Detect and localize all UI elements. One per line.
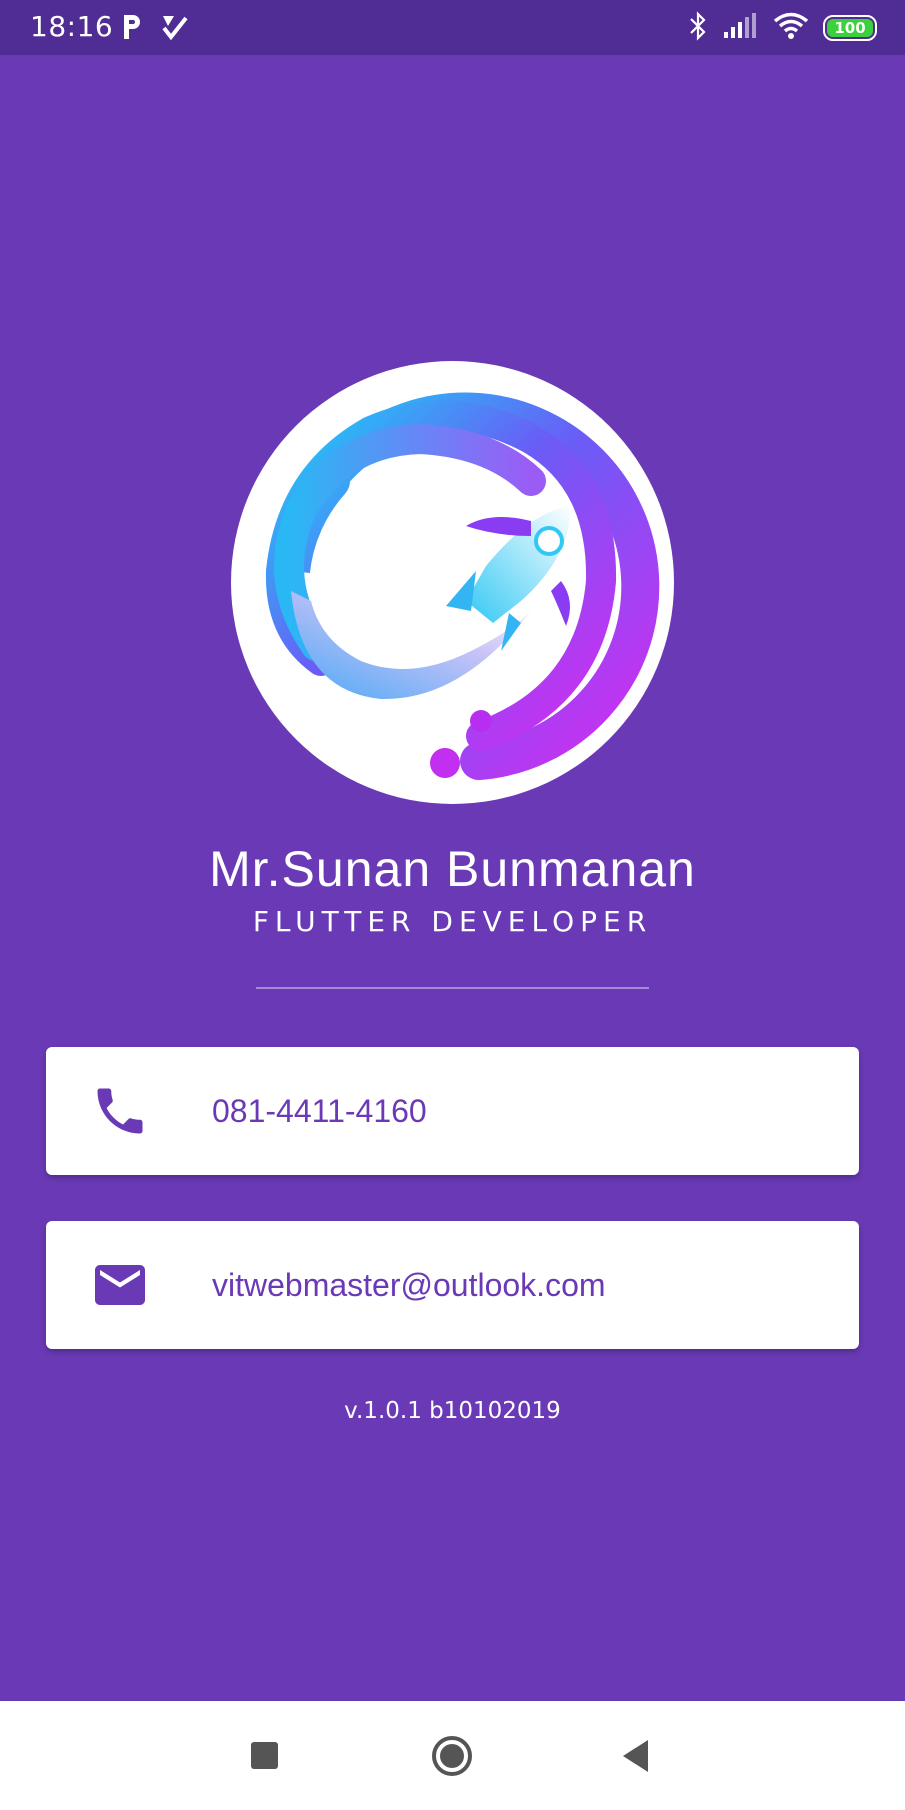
- app-screen: 18:16 100 Mr.Sunan Bunmanan FLUTTER DEVE…: [0, 0, 905, 1810]
- back-button[interactable]: [612, 1731, 662, 1781]
- profile-name: Mr.Sunan Bunmanan: [209, 841, 696, 897]
- divider: [256, 987, 649, 989]
- status-bar: 18:16 100: [0, 0, 905, 55]
- phone-number: 081-4411-4160: [212, 1093, 427, 1129]
- profile-avatar: [231, 361, 674, 804]
- mail-icon: [88, 1255, 152, 1315]
- cell-signal-icon: [723, 12, 759, 44]
- status-icons: 100: [687, 10, 877, 46]
- email-card[interactable]: vitwebmaster@outlook.com: [46, 1221, 859, 1349]
- wifi-icon: [773, 12, 809, 44]
- navigation-bar: [0, 1701, 905, 1810]
- app-version: v.1.0.1 b10102019: [344, 1398, 561, 1424]
- status-time: 18:16: [30, 10, 114, 43]
- battery-icon: 100: [823, 15, 877, 41]
- profile-title: FLUTTER DEVELOPER: [252, 905, 653, 938]
- email-address: vitwebmaster@outlook.com: [212, 1267, 606, 1303]
- home-button[interactable]: [427, 1731, 477, 1781]
- phone-card[interactable]: 081-4411-4160: [46, 1047, 859, 1175]
- parking-app-icon: [120, 12, 144, 46]
- battery-level: 100: [827, 19, 873, 37]
- rocket-logo-icon: [265, 392, 660, 780]
- bluetooth-icon: [687, 10, 709, 46]
- phone-icon: [88, 1081, 152, 1141]
- recents-button[interactable]: [240, 1731, 290, 1781]
- checkmark-app-icon: [160, 12, 190, 46]
